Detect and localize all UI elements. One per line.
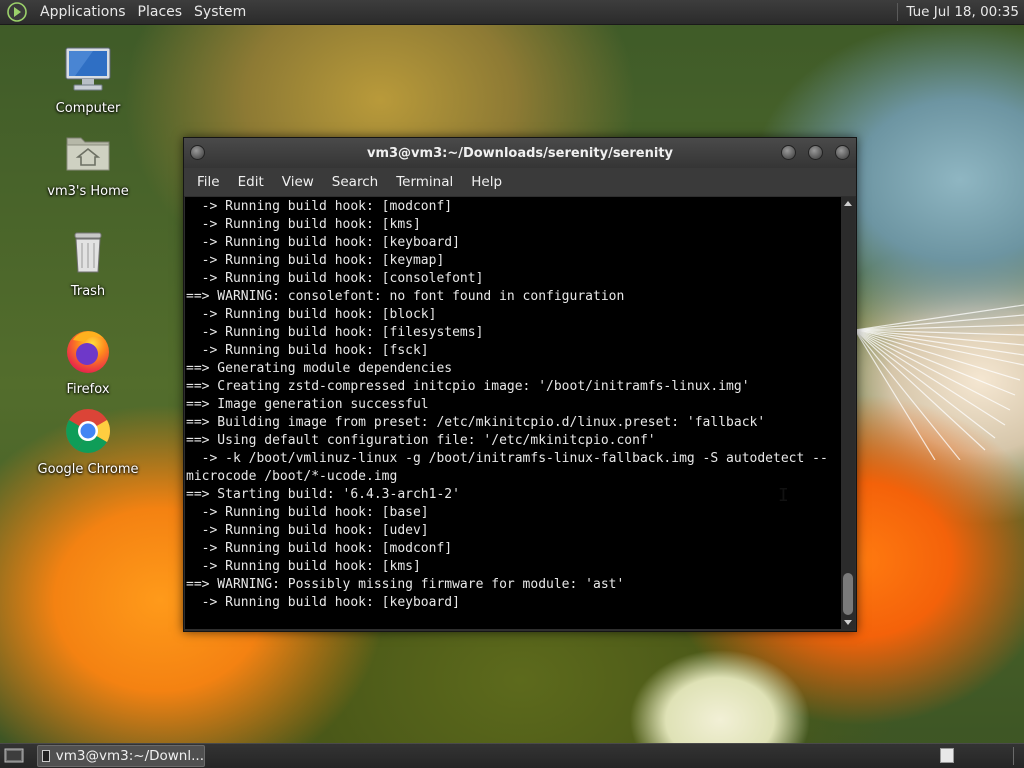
terminal-line: -> Running build hook: [fsck] — [186, 343, 429, 358]
scroll-up-arrow-icon[interactable] — [844, 201, 852, 206]
terminal-line: ==> Using default configuration file: '/… — [186, 433, 656, 448]
desktop-icon-label: Firefox — [66, 382, 110, 397]
terminal-line: -> Running build hook: [keymap] — [186, 253, 445, 268]
terminal-line: microcode /boot/*-ucode.img — [186, 469, 398, 484]
minimize-button[interactable] — [781, 145, 796, 160]
scroll-thumb[interactable] — [843, 573, 853, 615]
mouse-ibeam-cursor-icon: I — [778, 485, 789, 506]
desktop-icon-home[interactable]: vm3's Home — [33, 128, 143, 199]
window-titlebar[interactable]: vm3@vm3:~/Downloads/serenity/serenity — [184, 138, 856, 168]
terminal-line: -> -k /boot/vmlinuz-linux -g /boot/initr… — [186, 451, 828, 466]
terminal-line: -> Running build hook: [block] — [186, 307, 437, 322]
terminal-line: ==> Generating module dependencies — [186, 361, 453, 376]
desktop-icon-label: Trash — [70, 284, 106, 299]
terminal-task-icon — [42, 750, 50, 762]
terminal-line: -> Running build hook: [modconf] — [186, 199, 453, 214]
maximize-button[interactable] — [808, 145, 823, 160]
terminal-line: -> Running build hook: [keyboard] — [186, 595, 460, 610]
taskbar-terminal-label: vm3@vm3:~/Downl... — [55, 748, 204, 764]
terminal-line: ==> WARNING: consolefont: no font found … — [186, 289, 625, 304]
close-button[interactable] — [835, 145, 850, 160]
panel-separator — [897, 3, 899, 21]
terminal-line: -> Running build hook: [kms] — [186, 217, 421, 232]
system-menu[interactable]: System — [188, 4, 252, 20]
home-folder-icon — [66, 137, 110, 171]
window-title: vm3@vm3:~/Downloads/serenity/serenity — [366, 145, 674, 161]
terminal-line: -> Running build hook: [base] — [186, 505, 429, 520]
terminal-line: -> Running build hook: [keyboard] — [186, 235, 460, 250]
taskbar-terminal-button[interactable]: vm3@vm3:~/Downl... — [37, 745, 205, 767]
terminal-line: ==> Creating zstd-compressed initcpio im… — [186, 379, 750, 394]
terminal-line: ==> Image generation successful — [186, 397, 429, 412]
show-desktop-icon[interactable] — [3, 746, 25, 766]
terminal-line: -> Running build hook: [kms] — [186, 559, 421, 574]
workspace-switcher[interactable] — [940, 748, 954, 763]
terminal-menubar: File Edit View Search Terminal Help — [184, 168, 856, 196]
bottom-panel: vm3@vm3:~/Downl... — [0, 743, 1024, 768]
terminal-line: ==> Starting build: '6.4.3-arch1-2' — [186, 487, 460, 502]
terminal-output[interactable]: -> Running build hook: [modconf] -> Runn… — [185, 197, 841, 629]
desktop-icon-firefox[interactable]: Firefox — [33, 326, 143, 397]
chrome-icon — [66, 409, 110, 453]
terminal-line: -> Running build hook: [modconf] — [186, 541, 453, 556]
desktop-icon-computer[interactable]: Computer — [33, 45, 143, 116]
desktop-icon-chrome[interactable]: Google Chrome — [33, 406, 143, 477]
terminal-line: -> Running build hook: [udev] — [186, 523, 429, 538]
menu-edit[interactable]: Edit — [229, 174, 273, 190]
applications-menu[interactable]: Applications — [34, 4, 132, 20]
trash-icon — [74, 232, 102, 273]
clock[interactable]: Tue Jul 18, 00:35 — [906, 4, 1024, 20]
computer-icon — [65, 47, 111, 91]
menu-search[interactable]: Search — [323, 174, 387, 190]
panel-separator — [1013, 747, 1014, 765]
top-panel: Applications Places System Tue Jul 18, 0… — [0, 0, 1024, 25]
menu-view[interactable]: View — [273, 174, 323, 190]
terminal-text: -> Running build hook: [modconf] -> Runn… — [185, 197, 841, 612]
menu-terminal[interactable]: Terminal — [387, 174, 462, 190]
terminal-window: vm3@vm3:~/Downloads/serenity/serenity Fi… — [183, 137, 857, 632]
terminal-line: ==> WARNING: Possibly missing firmware f… — [186, 577, 625, 592]
scroll-down-arrow-icon[interactable] — [844, 620, 852, 625]
places-menu[interactable]: Places — [132, 4, 189, 20]
applications-logo-icon[interactable] — [6, 1, 28, 23]
terminal-line: -> Running build hook: [filesystems] — [186, 325, 484, 340]
desktop-icon-trash[interactable]: Trash — [33, 228, 143, 299]
wallpaper-rays — [855, 304, 1024, 460]
desktop-icon-label: Google Chrome — [37, 462, 139, 477]
terminal-line: ==> Building image from preset: /etc/mki… — [186, 415, 766, 430]
terminal-line: -> Running build hook: [consolefont] — [186, 271, 484, 286]
terminal-scrollbar[interactable] — [841, 197, 855, 629]
desktop-icon-label: vm3's Home — [47, 184, 129, 199]
firefox-icon — [67, 331, 109, 373]
menu-help[interactable]: Help — [462, 174, 511, 190]
menu-file[interactable]: File — [188, 174, 229, 190]
desktop-icon-label: Computer — [55, 101, 121, 116]
